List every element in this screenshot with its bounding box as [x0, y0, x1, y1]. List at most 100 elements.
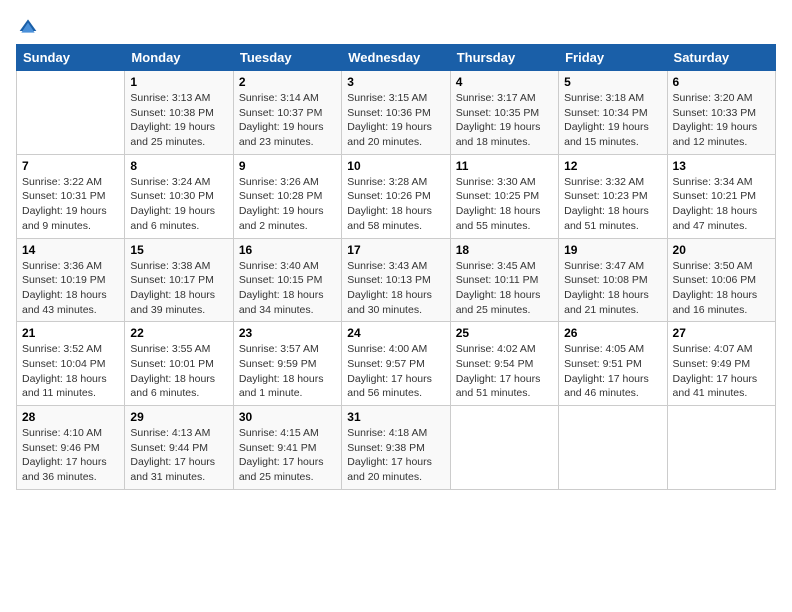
- calendar-cell: 6 Sunrise: 3:20 AMSunset: 10:33 PMDaylig…: [667, 71, 775, 155]
- day-number: 18: [456, 243, 553, 257]
- calendar-cell: 22 Sunrise: 3:55 AMSunset: 10:01 PMDayli…: [125, 322, 233, 406]
- day-number: 19: [564, 243, 661, 257]
- calendar-cell: 23 Sunrise: 3:57 AMSunset: 9:59 PMDaylig…: [233, 322, 341, 406]
- calendar-cell: 7 Sunrise: 3:22 AMSunset: 10:31 PMDaylig…: [17, 154, 125, 238]
- day-number: 12: [564, 159, 661, 173]
- day-number: 6: [673, 75, 770, 89]
- weekday-header-monday: Monday: [125, 45, 233, 71]
- calendar-cell: 15 Sunrise: 3:38 AMSunset: 10:17 PMDayli…: [125, 238, 233, 322]
- calendar-cell: 17 Sunrise: 3:43 AMSunset: 10:13 PMDayli…: [342, 238, 450, 322]
- calendar-cell: 27 Sunrise: 4:07 AMSunset: 9:49 PMDaylig…: [667, 322, 775, 406]
- day-number: 13: [673, 159, 770, 173]
- calendar-cell: 26 Sunrise: 4:05 AMSunset: 9:51 PMDaylig…: [559, 322, 667, 406]
- cell-details: Sunrise: 3:26 AMSunset: 10:28 PMDaylight…: [239, 176, 324, 232]
- calendar-cell: 4 Sunrise: 3:17 AMSunset: 10:35 PMDaylig…: [450, 71, 558, 155]
- day-number: 30: [239, 410, 336, 424]
- calendar-table: SundayMondayTuesdayWednesdayThursdayFrid…: [16, 44, 776, 490]
- cell-details: Sunrise: 4:13 AMSunset: 9:44 PMDaylight:…: [130, 427, 215, 483]
- calendar-cell: 20 Sunrise: 3:50 AMSunset: 10:06 PMDayli…: [667, 238, 775, 322]
- calendar-cell: 30 Sunrise: 4:15 AMSunset: 9:41 PMDaylig…: [233, 406, 341, 490]
- week-row-5: 28 Sunrise: 4:10 AMSunset: 9:46 PMDaylig…: [17, 406, 776, 490]
- calendar-cell: [559, 406, 667, 490]
- cell-details: Sunrise: 3:20 AMSunset: 10:33 PMDaylight…: [673, 92, 758, 148]
- day-number: 24: [347, 326, 444, 340]
- week-row-2: 7 Sunrise: 3:22 AMSunset: 10:31 PMDaylig…: [17, 154, 776, 238]
- calendar-cell: 9 Sunrise: 3:26 AMSunset: 10:28 PMDaylig…: [233, 154, 341, 238]
- day-number: 15: [130, 243, 227, 257]
- cell-details: Sunrise: 3:14 AMSunset: 10:37 PMDaylight…: [239, 92, 324, 148]
- cell-details: Sunrise: 3:24 AMSunset: 10:30 PMDaylight…: [130, 176, 215, 232]
- day-number: 17: [347, 243, 444, 257]
- day-number: 22: [130, 326, 227, 340]
- calendar-cell: 14 Sunrise: 3:36 AMSunset: 10:19 PMDayli…: [17, 238, 125, 322]
- day-number: 11: [456, 159, 553, 173]
- day-number: 29: [130, 410, 227, 424]
- cell-details: Sunrise: 3:43 AMSunset: 10:13 PMDaylight…: [347, 260, 432, 316]
- week-row-3: 14 Sunrise: 3:36 AMSunset: 10:19 PMDayli…: [17, 238, 776, 322]
- weekday-header-friday: Friday: [559, 45, 667, 71]
- cell-details: Sunrise: 3:47 AMSunset: 10:08 PMDaylight…: [564, 260, 649, 316]
- calendar-cell: 8 Sunrise: 3:24 AMSunset: 10:30 PMDaylig…: [125, 154, 233, 238]
- cell-details: Sunrise: 3:15 AMSunset: 10:36 PMDaylight…: [347, 92, 432, 148]
- weekday-header-wednesday: Wednesday: [342, 45, 450, 71]
- day-number: 10: [347, 159, 444, 173]
- calendar-cell: 21 Sunrise: 3:52 AMSunset: 10:04 PMDayli…: [17, 322, 125, 406]
- week-row-1: 1 Sunrise: 3:13 AMSunset: 10:38 PMDaylig…: [17, 71, 776, 155]
- cell-details: Sunrise: 3:17 AMSunset: 10:35 PMDaylight…: [456, 92, 541, 148]
- cell-details: Sunrise: 3:45 AMSunset: 10:11 PMDaylight…: [456, 260, 541, 316]
- day-number: 20: [673, 243, 770, 257]
- cell-details: Sunrise: 4:18 AMSunset: 9:38 PMDaylight:…: [347, 427, 432, 483]
- calendar-cell: 18 Sunrise: 3:45 AMSunset: 10:11 PMDayli…: [450, 238, 558, 322]
- cell-details: Sunrise: 3:30 AMSunset: 10:25 PMDaylight…: [456, 176, 541, 232]
- day-number: 5: [564, 75, 661, 89]
- calendar-cell: 28 Sunrise: 4:10 AMSunset: 9:46 PMDaylig…: [17, 406, 125, 490]
- day-number: 8: [130, 159, 227, 173]
- calendar-cell: 5 Sunrise: 3:18 AMSunset: 10:34 PMDaylig…: [559, 71, 667, 155]
- day-number: 25: [456, 326, 553, 340]
- day-number: 1: [130, 75, 227, 89]
- day-number: 3: [347, 75, 444, 89]
- cell-details: Sunrise: 4:15 AMSunset: 9:41 PMDaylight:…: [239, 427, 324, 483]
- cell-details: Sunrise: 3:57 AMSunset: 9:59 PMDaylight:…: [239, 343, 324, 399]
- cell-details: Sunrise: 4:07 AMSunset: 9:49 PMDaylight:…: [673, 343, 758, 399]
- cell-details: Sunrise: 3:50 AMSunset: 10:06 PMDaylight…: [673, 260, 758, 316]
- weekday-header-saturday: Saturday: [667, 45, 775, 71]
- calendar-cell: 3 Sunrise: 3:15 AMSunset: 10:36 PMDaylig…: [342, 71, 450, 155]
- calendar-cell: 24 Sunrise: 4:00 AMSunset: 9:57 PMDaylig…: [342, 322, 450, 406]
- cell-details: Sunrise: 3:34 AMSunset: 10:21 PMDaylight…: [673, 176, 758, 232]
- calendar-cell: 1 Sunrise: 3:13 AMSunset: 10:38 PMDaylig…: [125, 71, 233, 155]
- day-number: 21: [22, 326, 119, 340]
- cell-details: Sunrise: 3:13 AMSunset: 10:38 PMDaylight…: [130, 92, 215, 148]
- calendar-cell: 16 Sunrise: 3:40 AMSunset: 10:15 PMDayli…: [233, 238, 341, 322]
- calendar-cell: 2 Sunrise: 3:14 AMSunset: 10:37 PMDaylig…: [233, 71, 341, 155]
- weekday-header-tuesday: Tuesday: [233, 45, 341, 71]
- day-number: 9: [239, 159, 336, 173]
- calendar-cell: 19 Sunrise: 3:47 AMSunset: 10:08 PMDayli…: [559, 238, 667, 322]
- page-header: [16, 16, 776, 36]
- cell-details: Sunrise: 3:40 AMSunset: 10:15 PMDaylight…: [239, 260, 324, 316]
- day-number: 16: [239, 243, 336, 257]
- cell-details: Sunrise: 4:02 AMSunset: 9:54 PMDaylight:…: [456, 343, 541, 399]
- cell-details: Sunrise: 3:18 AMSunset: 10:34 PMDaylight…: [564, 92, 649, 148]
- weekday-header-sunday: Sunday: [17, 45, 125, 71]
- cell-details: Sunrise: 4:00 AMSunset: 9:57 PMDaylight:…: [347, 343, 432, 399]
- day-number: 23: [239, 326, 336, 340]
- calendar-cell: 10 Sunrise: 3:28 AMSunset: 10:26 PMDayli…: [342, 154, 450, 238]
- cell-details: Sunrise: 3:36 AMSunset: 10:19 PMDaylight…: [22, 260, 107, 316]
- cell-details: Sunrise: 3:38 AMSunset: 10:17 PMDaylight…: [130, 260, 215, 316]
- calendar-cell: 25 Sunrise: 4:02 AMSunset: 9:54 PMDaylig…: [450, 322, 558, 406]
- calendar-cell: 11 Sunrise: 3:30 AMSunset: 10:25 PMDayli…: [450, 154, 558, 238]
- calendar-cell: 29 Sunrise: 4:13 AMSunset: 9:44 PMDaylig…: [125, 406, 233, 490]
- calendar-cell: [17, 71, 125, 155]
- cell-details: Sunrise: 3:55 AMSunset: 10:01 PMDaylight…: [130, 343, 215, 399]
- cell-details: Sunrise: 3:22 AMSunset: 10:31 PMDaylight…: [22, 176, 107, 232]
- day-number: 2: [239, 75, 336, 89]
- day-number: 26: [564, 326, 661, 340]
- day-number: 7: [22, 159, 119, 173]
- logo-icon: [18, 16, 38, 36]
- cell-details: Sunrise: 4:05 AMSunset: 9:51 PMDaylight:…: [564, 343, 649, 399]
- calendar-cell: 31 Sunrise: 4:18 AMSunset: 9:38 PMDaylig…: [342, 406, 450, 490]
- cell-details: Sunrise: 3:28 AMSunset: 10:26 PMDaylight…: [347, 176, 432, 232]
- cell-details: Sunrise: 3:32 AMSunset: 10:23 PMDaylight…: [564, 176, 649, 232]
- calendar-cell: [667, 406, 775, 490]
